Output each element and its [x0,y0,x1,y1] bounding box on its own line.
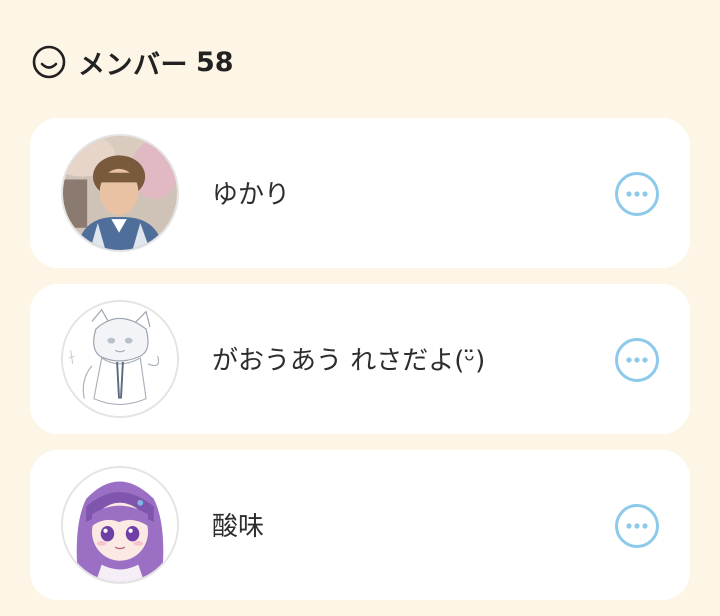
member-card[interactable]: 酸味 [30,450,690,600]
more-horizontal-icon [626,357,648,363]
more-options-button[interactable] [615,504,659,548]
member-name: がおうあう れさだよ(ᵕ̈) [212,346,486,376]
member-count: 58 [196,46,234,78]
sketch-illustration-avatar-image [63,302,177,416]
member-name: 酸味 [212,512,265,542]
members-header: メンバー 58 [32,42,234,82]
avatar[interactable] [61,466,179,584]
member-card[interactable]: ゆかり [30,118,690,268]
member-name: ゆかり [212,180,291,210]
member-list: ゆかり がおうあう れさだよ(ᵕ̈) 酸味 [30,118,690,616]
page-title: メンバー [78,49,188,81]
avatar[interactable] [61,134,179,252]
avatar[interactable] [61,300,179,418]
photo-avatar-image [63,136,177,250]
member-card[interactable]: がおうあう れさだよ(ᵕ̈) [30,284,690,434]
more-options-button[interactable] [615,172,659,216]
more-options-button[interactable] [615,338,659,382]
more-horizontal-icon [626,191,648,197]
smiley-icon [32,45,66,79]
more-horizontal-icon [626,523,648,529]
purple-haired-girl-avatar-image [63,468,177,582]
